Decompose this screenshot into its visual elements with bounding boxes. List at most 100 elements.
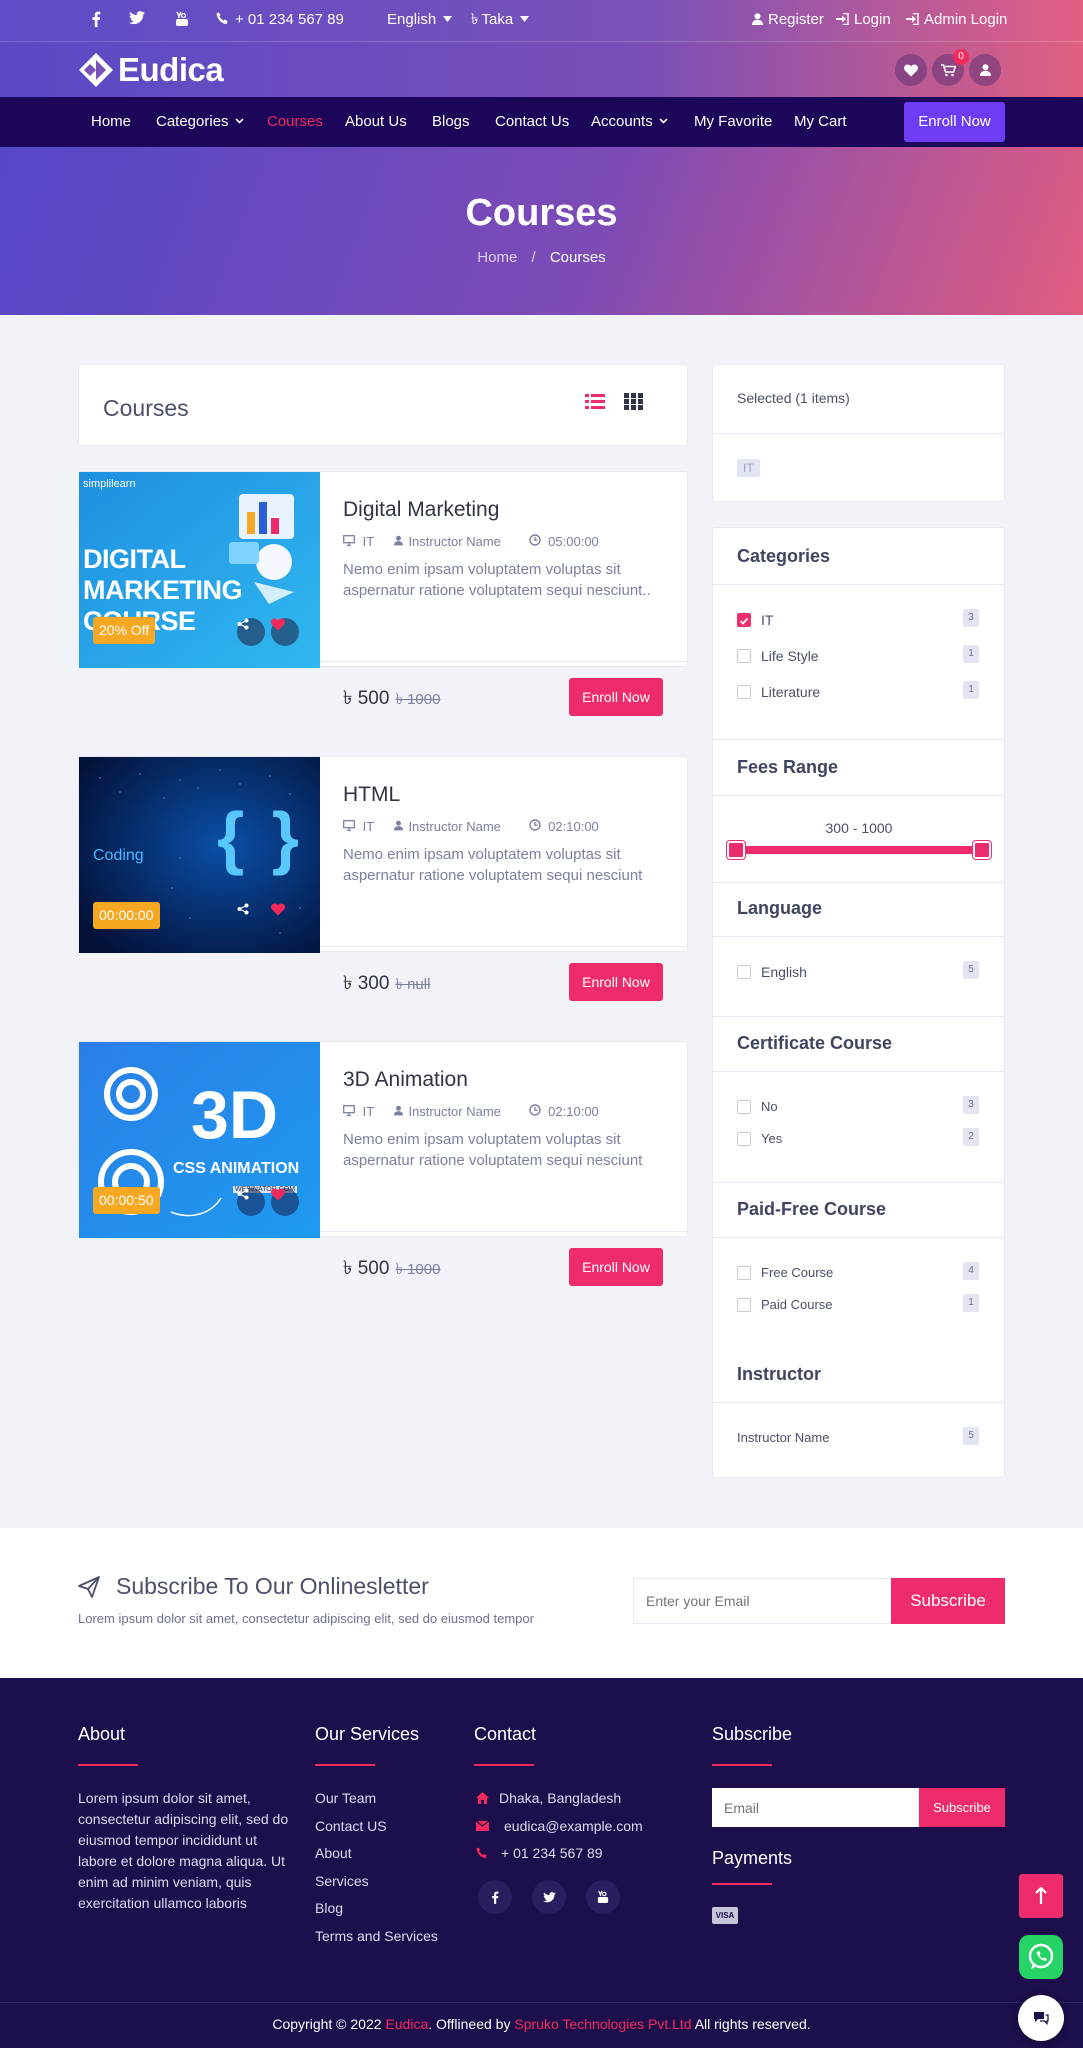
category-checkbox-literature[interactable] bbox=[737, 685, 751, 699]
login-link[interactable]: Login bbox=[836, 11, 891, 29]
phone-contact[interactable]: + 01 234 567 89 bbox=[216, 11, 344, 29]
login-label: Login bbox=[854, 11, 891, 28]
share-button[interactable] bbox=[237, 903, 265, 931]
certificate-checkbox-yes[interactable] bbox=[737, 1132, 751, 1146]
fees-max-handle[interactable] bbox=[973, 841, 991, 859]
newsletter-subscribe-button[interactable]: Subscribe bbox=[891, 1578, 1005, 1624]
share-button[interactable] bbox=[237, 1188, 265, 1216]
envelope-icon bbox=[476, 1821, 489, 1831]
certificate-label: No bbox=[761, 1099, 778, 1114]
nav-favorite[interactable]: My Favorite bbox=[694, 113, 772, 130]
instructor-count: 5 bbox=[963, 1427, 979, 1445]
paid-checkbox-paid[interactable] bbox=[737, 1298, 751, 1312]
twitter-icon[interactable] bbox=[532, 1880, 566, 1914]
footer-link[interactable]: Terms and Services bbox=[315, 1928, 438, 1944]
footer-link[interactable]: Contact US bbox=[315, 1818, 387, 1834]
nav-categories[interactable]: Categories bbox=[156, 113, 244, 130]
selected-filters-card: Selected (1 items) IT bbox=[712, 364, 1005, 502]
share-button[interactable] bbox=[237, 618, 265, 646]
account-button[interactable] bbox=[969, 54, 1001, 86]
heading-underline bbox=[712, 1883, 772, 1885]
admin-login-label: Admin Login bbox=[924, 11, 1008, 28]
divider bbox=[713, 1402, 1005, 1403]
share-icon bbox=[237, 1188, 249, 1200]
language-dropdown[interactable]: English bbox=[387, 11, 453, 29]
course-card: 3D CSS ANIMATION WEBINATOR.COM 00:00:50 … bbox=[78, 1041, 689, 1286]
divider bbox=[713, 1071, 1005, 1072]
instructor-item[interactable]: Instructor Name bbox=[737, 1430, 829, 1445]
footer-about-text: Lorem ipsum dolor sit amet, consectetur … bbox=[78, 1790, 289, 1911]
nav-accounts[interactable]: Accounts bbox=[591, 113, 668, 130]
clock-icon bbox=[528, 819, 541, 831]
selected-chip[interactable]: IT bbox=[737, 459, 760, 477]
certificate-count: 2 bbox=[963, 1128, 979, 1146]
user-icon bbox=[752, 13, 763, 25]
category-count: 1 bbox=[963, 681, 979, 699]
register-link[interactable]: Register bbox=[752, 11, 824, 29]
grid-view-toggle[interactable] bbox=[624, 393, 643, 413]
fees-range-slider[interactable] bbox=[727, 846, 991, 854]
cart-count-badge: 0 bbox=[953, 49, 969, 65]
back-to-top-button[interactable] bbox=[1019, 1874, 1063, 1918]
course-thumbnail[interactable]: simplilearn DIGITAL MARKETING COURSE 20%… bbox=[79, 472, 320, 668]
favorite-button[interactable] bbox=[271, 1188, 299, 1216]
favorite-button[interactable] bbox=[895, 54, 927, 86]
footer-link[interactable]: Services bbox=[315, 1873, 369, 1889]
footer-phone[interactable]: + 01 234 567 89 bbox=[501, 1845, 603, 1861]
language-checkbox-english[interactable] bbox=[737, 965, 751, 979]
chevron-down-icon bbox=[235, 118, 244, 124]
category-checkbox-it[interactable] bbox=[737, 613, 751, 627]
footer-link[interactable]: Our Team bbox=[315, 1790, 376, 1806]
youtube-icon[interactable] bbox=[175, 11, 189, 32]
certificate-checkbox-no[interactable] bbox=[737, 1100, 751, 1114]
paid-checkbox-free[interactable] bbox=[737, 1266, 751, 1280]
thumbnail-line: DIGITAL bbox=[83, 544, 186, 574]
paid-count: 4 bbox=[963, 1262, 979, 1280]
course-title[interactable]: Digital Marketing bbox=[343, 498, 499, 522]
copyright-brand-link[interactable]: Eudica bbox=[385, 2016, 428, 2032]
course-thumbnail[interactable]: Coding { } 00:00:00 bbox=[79, 757, 320, 953]
footer-subscribe-button[interactable]: Subscribe bbox=[919, 1788, 1005, 1827]
user-icon bbox=[979, 64, 991, 76]
nav-home[interactable]: Home bbox=[91, 113, 131, 130]
twitter-icon[interactable] bbox=[129, 11, 145, 30]
nav-about[interactable]: About Us bbox=[345, 113, 407, 130]
admin-login-link[interactable]: Admin Login bbox=[906, 11, 1007, 29]
course-title[interactable]: HTML bbox=[343, 783, 400, 807]
course-thumbnail[interactable]: 3D CSS ANIMATION WEBINATOR.COM 00:00:50 bbox=[79, 1042, 320, 1238]
site-logo[interactable]: Eudica bbox=[78, 51, 224, 89]
footer-link[interactable]: About bbox=[315, 1845, 352, 1861]
favorite-button[interactable] bbox=[271, 903, 299, 931]
footer-link[interactable]: Blog bbox=[315, 1900, 343, 1916]
chat-button[interactable] bbox=[1018, 1995, 1064, 2041]
currency-dropdown[interactable]: ৳ Taka bbox=[471, 11, 530, 29]
enroll-now-button[interactable]: Enroll Now bbox=[569, 963, 663, 1001]
list-view-toggle[interactable] bbox=[585, 393, 605, 413]
heart-icon bbox=[271, 903, 285, 916]
newsletter-email-input[interactable] bbox=[633, 1578, 891, 1624]
copyright-company-link[interactable]: Spruko Technologies Pvt.Ltd bbox=[514, 2016, 691, 2032]
whatsapp-button[interactable] bbox=[1019, 1935, 1063, 1979]
category-checkbox-lifestyle[interactable] bbox=[737, 649, 751, 663]
footer-email[interactable]: eudica@example.com bbox=[504, 1818, 643, 1834]
footer-email-input[interactable] bbox=[712, 1788, 919, 1827]
facebook-icon[interactable] bbox=[91, 11, 101, 32]
fees-min-handle[interactable] bbox=[727, 841, 745, 859]
nav-cart[interactable]: My Cart bbox=[794, 113, 847, 130]
youtube-icon[interactable] bbox=[586, 1880, 620, 1914]
taka-icon: ৳ bbox=[471, 11, 479, 28]
breadcrumb-home[interactable]: Home bbox=[477, 249, 517, 266]
home-icon bbox=[476, 1792, 489, 1804]
heading-underline bbox=[712, 1764, 772, 1766]
enroll-now-button[interactable]: Enroll Now bbox=[569, 678, 663, 716]
facebook-icon[interactable] bbox=[478, 1880, 512, 1914]
enroll-now-button[interactable]: Enroll Now bbox=[569, 1248, 663, 1286]
nav-contact[interactable]: Contact Us bbox=[495, 113, 569, 130]
nav-blogs[interactable]: Blogs bbox=[432, 113, 470, 130]
caret-down-icon bbox=[443, 16, 453, 22]
favorite-button[interactable] bbox=[271, 618, 299, 646]
nav-courses[interactable]: Courses bbox=[267, 113, 323, 130]
enroll-now-header-button[interactable]: Enroll Now bbox=[904, 102, 1005, 142]
whatsapp-icon bbox=[1028, 1943, 1054, 1969]
course-title[interactable]: 3D Animation bbox=[343, 1068, 468, 1092]
